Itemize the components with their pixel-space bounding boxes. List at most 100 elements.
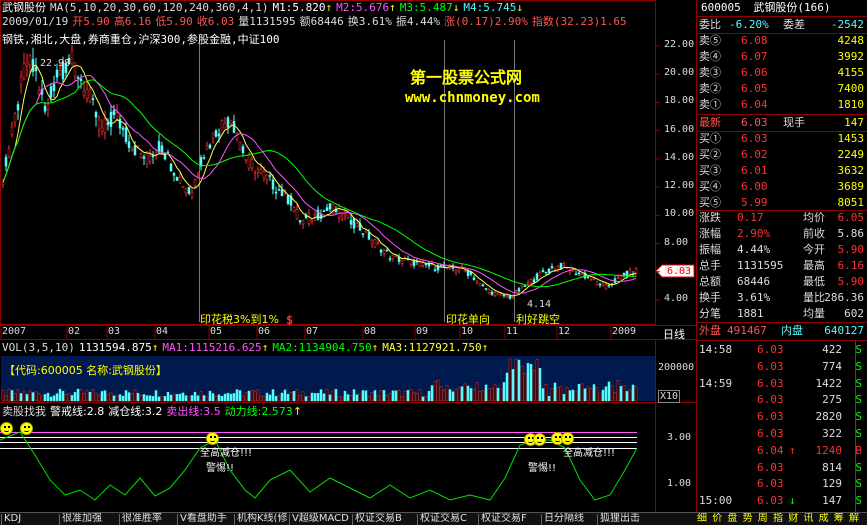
right-tab[interactable]: 解 <box>849 513 863 525</box>
volume-bar <box>160 396 164 402</box>
bottom-tab[interactable]: 日分隔线 <box>544 513 598 525</box>
bottom-tab[interactable]: 很准胜率 <box>122 513 178 525</box>
buy-row: 买⑤ 5.99 8051 <box>697 196 867 210</box>
volume-bar <box>634 386 638 402</box>
in-label: 内盘 <box>781 324 803 337</box>
volume-bar <box>271 389 275 402</box>
bottom-tab[interactable]: V看盘助手 <box>180 513 235 525</box>
right-tab[interactable]: 筹 <box>834 513 848 525</box>
chart-area[interactable] <box>0 0 696 512</box>
right-tab[interactable]: 讯 <box>803 513 817 525</box>
ma-line-header: 武钢股份 MA(5,10,20,30,60,120,240,360,4,1) M1:… <box>2 1 523 14</box>
volume-bar <box>397 389 401 402</box>
volume-bar <box>151 396 155 402</box>
volume-bar <box>610 385 614 402</box>
volume-bar <box>103 390 107 402</box>
info-chg: 涨(0.17)2.90% <box>443 15 528 28</box>
candle-body <box>97 119 101 130</box>
ind-axis-low: 1.00 <box>667 478 692 489</box>
stat-value: 5.90 <box>837 243 865 256</box>
buy-row: 买③ 6.01 3632 <box>697 164 867 178</box>
candle-body <box>139 153 143 158</box>
candle-body <box>589 279 593 281</box>
right-tab[interactable]: 成 <box>819 513 833 525</box>
candle-body <box>472 277 476 281</box>
volume-bar <box>448 389 452 402</box>
order-price: 6.03 <box>741 132 768 145</box>
tick-volume: 422 <box>822 343 842 356</box>
vol-ma2: MA2:1134904.750 <box>272 341 372 354</box>
candle-body <box>628 269 632 275</box>
volume-bar <box>118 394 122 402</box>
candle-body <box>166 151 170 154</box>
volume-bar <box>550 388 554 402</box>
volume-bar <box>202 395 206 402</box>
right-tab[interactable]: 势 <box>743 513 757 525</box>
buy-row: 买④ 6.00 3689 <box>697 180 867 194</box>
volume-bar <box>331 390 335 402</box>
candle-body <box>634 268 638 274</box>
candle-body <box>427 263 431 267</box>
tick-price: 6.03 <box>757 343 784 356</box>
tick-price: 6.03 <box>757 460 784 474</box>
volume-bar <box>166 391 170 402</box>
right-tab[interactable]: 盘 <box>727 513 741 525</box>
vol-ma3: MA3:1127921.750 <box>382 341 482 354</box>
right-tab[interactable]: 财 <box>788 513 802 525</box>
volume-bar <box>19 393 23 402</box>
order-label: 买① <box>699 132 721 145</box>
bottom-tab[interactable]: KDJ <box>4 513 59 525</box>
volume-bar <box>571 389 575 402</box>
volume-bar <box>4 395 8 402</box>
out-label: 外盘 <box>699 324 721 337</box>
tick-flag: S <box>855 359 862 373</box>
volume-bar <box>277 395 281 402</box>
right-tab[interactable]: 指 <box>773 513 787 525</box>
out-value: 491467 <box>727 324 767 337</box>
right-tab[interactable]: 周 <box>758 513 772 525</box>
tick-row: 14:59 6.03 1422 S <box>697 377 867 391</box>
buy-row: 买① 6.03 1453 <box>697 132 867 146</box>
bottom-tab[interactable]: 很准加强 <box>62 513 120 525</box>
candle-body <box>43 105 47 112</box>
volume-bar <box>34 391 38 402</box>
volume-bar <box>283 389 287 402</box>
candle-body <box>391 255 395 259</box>
volume-bar <box>280 392 284 402</box>
info-low: 低5.90 <box>155 15 193 28</box>
volume-bar <box>478 391 482 402</box>
volume-bar <box>616 379 620 402</box>
candle-body <box>52 83 56 91</box>
volume-bar <box>445 385 449 402</box>
volume-bar <box>463 383 467 402</box>
candle-body <box>496 292 500 296</box>
volume-bar <box>43 394 47 402</box>
tick-time: 14:59 <box>699 376 733 390</box>
volume-bar <box>136 392 140 402</box>
tab-separator <box>541 514 542 525</box>
volume-bar <box>49 396 53 402</box>
bottom-tab[interactable]: 狐狸出击 <box>600 513 655 525</box>
candle-body <box>595 281 599 285</box>
volume-bar <box>391 390 395 402</box>
volume-bar <box>577 384 581 402</box>
right-tab[interactable]: 细 <box>697 513 711 525</box>
candle-body <box>184 188 188 194</box>
candle-body <box>433 269 437 271</box>
candle-body <box>37 90 41 95</box>
right-tab[interactable]: 价 <box>712 513 726 525</box>
volume-bar <box>169 394 173 402</box>
tick-volume: 147 <box>822 494 842 508</box>
bottom-tab[interactable]: V超级MACD <box>292 513 353 525</box>
volume-bar <box>190 395 194 402</box>
bottom-tab[interactable]: 权证交易C <box>420 513 479 525</box>
tab-separator <box>234 514 235 525</box>
period-label[interactable]: 日线 <box>663 326 685 342</box>
order-price: 6.06 <box>741 66 768 79</box>
order-price: 6.07 <box>741 50 768 63</box>
bottom-tab[interactable]: 权证交易B <box>355 513 418 525</box>
info-amt: 额68446 <box>299 15 344 28</box>
ma-m1: M1:5.820 <box>272 1 326 14</box>
bottom-tab[interactable]: 机构K线(修 <box>237 513 290 525</box>
bottom-tab[interactable]: 权证交易F <box>481 513 542 525</box>
